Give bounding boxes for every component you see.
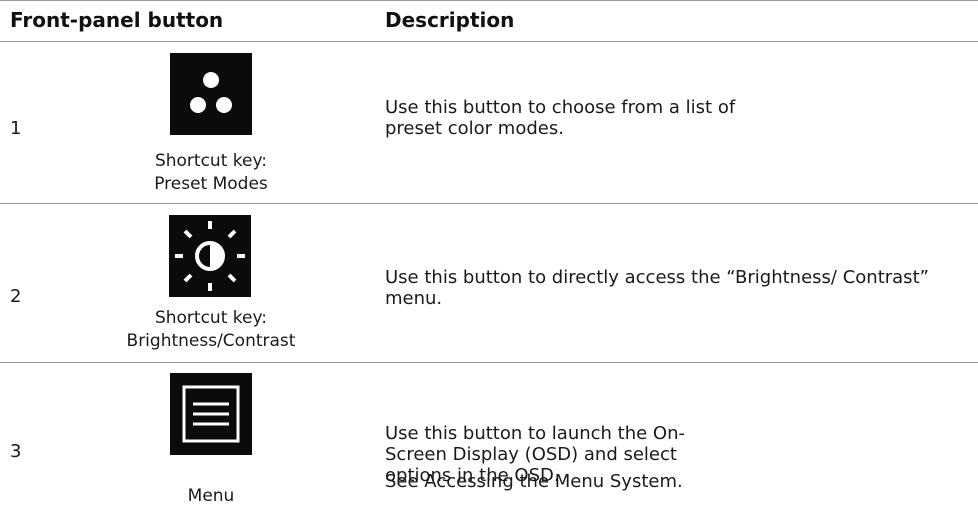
- shortcut-key-label: Shortcut key:: [154, 308, 268, 328]
- row-description: Use this button to directly access the “…: [385, 267, 929, 309]
- preset-modes-icon: [170, 53, 252, 135]
- header-description: Description: [385, 8, 515, 32]
- brightness-contrast-caption: Brightness/Contrast: [126, 331, 296, 351]
- header-front-panel-button: Front-panel button: [10, 8, 224, 32]
- row-description: Use this button to choose from a list of…: [385, 97, 736, 139]
- row-number: 2: [10, 286, 22, 307]
- row-note: See Accessing the Menu System.: [385, 471, 683, 492]
- brightness-contrast-icon: [169, 215, 251, 297]
- menu-caption: Menu: [187, 486, 235, 506]
- row-number: 1: [10, 118, 22, 139]
- row-number: 3: [10, 441, 22, 462]
- row-rule-2: [0, 362, 978, 363]
- menu-icon: [170, 373, 252, 455]
- shortcut-key-label: Shortcut key:: [154, 151, 268, 171]
- row-rule-1: [0, 203, 978, 204]
- preset-modes-caption: Preset Modes: [154, 174, 268, 194]
- header-rule: [0, 41, 978, 42]
- table-top-rule: [0, 0, 978, 1]
